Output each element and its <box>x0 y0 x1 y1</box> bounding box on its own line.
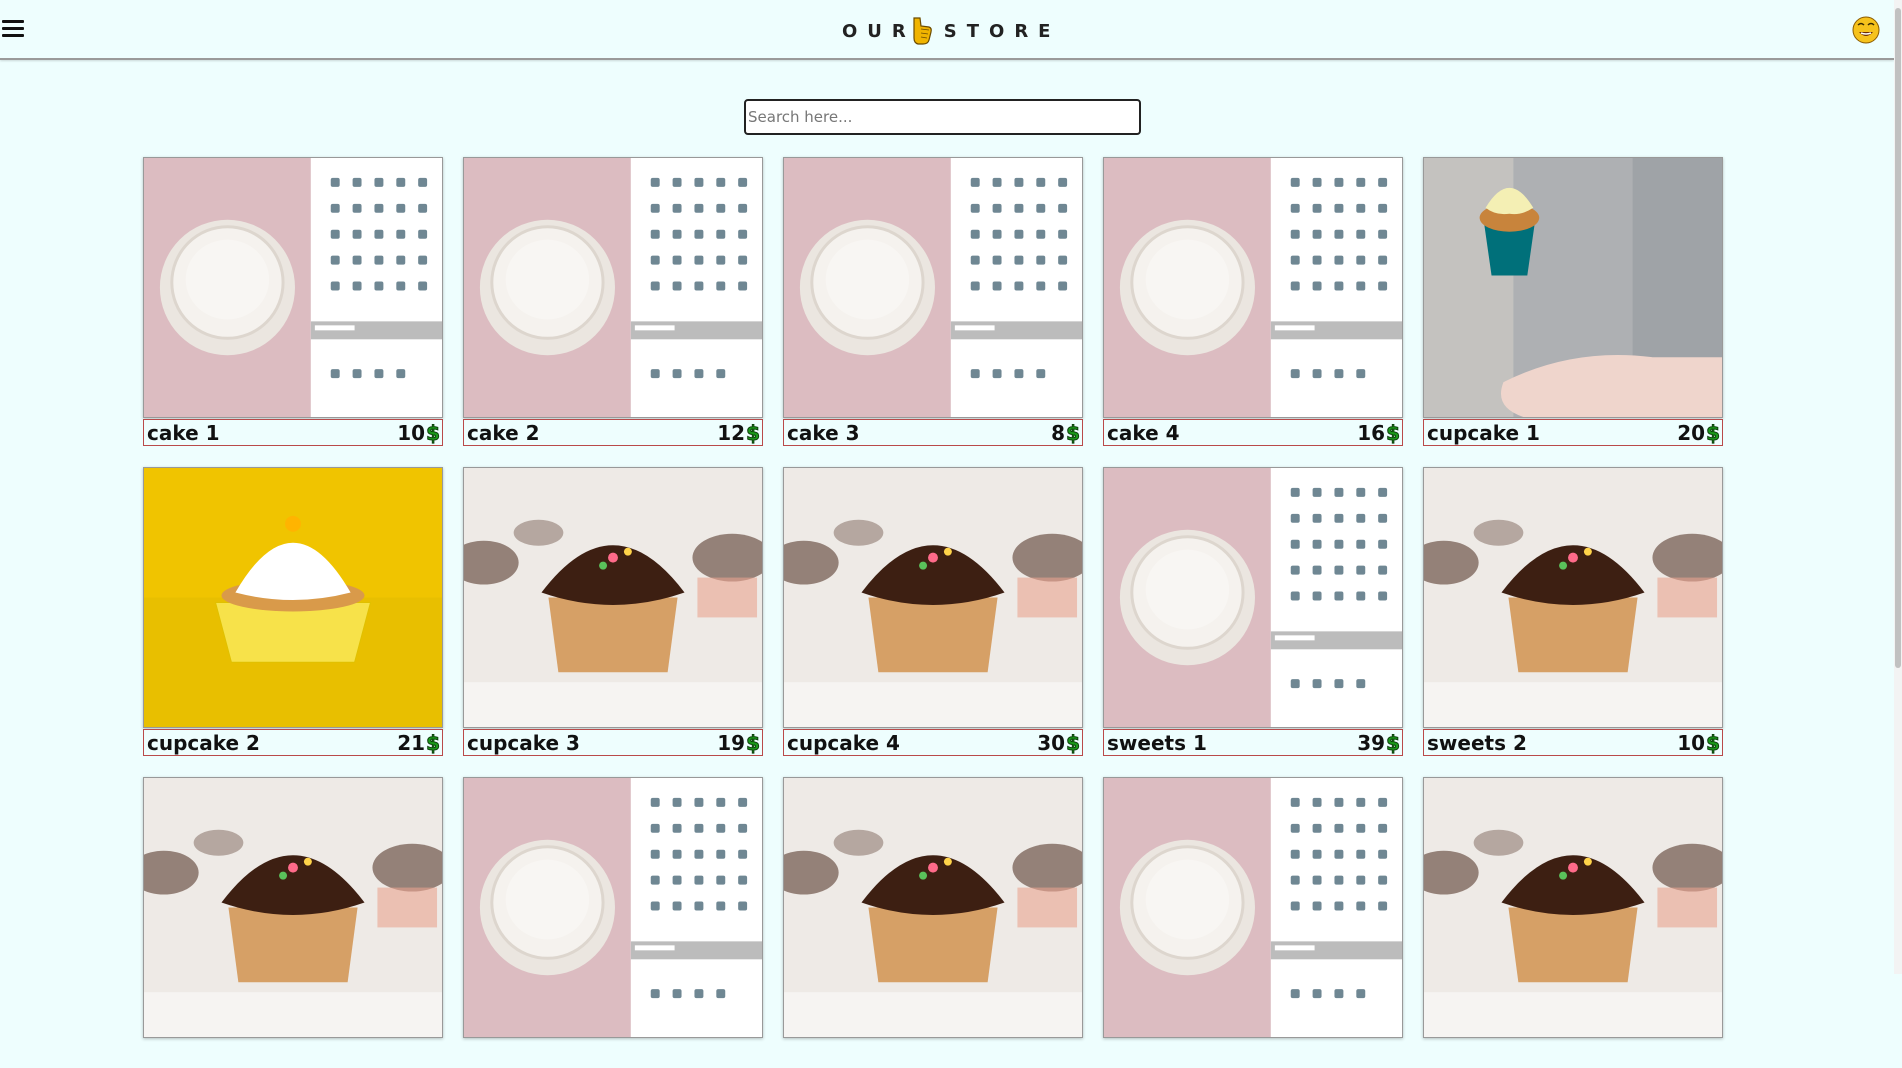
product-card[interactable]: cupcake 3 19 $ <box>463 467 763 758</box>
product-price: 12 $ <box>717 420 762 445</box>
product-image[interactable] <box>783 467 1083 728</box>
smiling-face-emoji-icon[interactable] <box>1852 16 1880 44</box>
product-name: cake 2 <box>467 420 540 445</box>
product-price-value: 21 <box>397 730 426 755</box>
product-caption: cake 2 12 $ <box>463 419 763 446</box>
dollar-icon: $ <box>746 420 761 445</box>
dollar-icon: $ <box>1066 730 1081 755</box>
dollar-icon: $ <box>1386 730 1401 755</box>
product-image[interactable] <box>143 157 443 418</box>
product-card[interactable]: cake 3 8 $ <box>783 157 1083 448</box>
product-image[interactable] <box>783 777 1083 1038</box>
logo-text-left: OUR <box>842 20 916 42</box>
dollar-icon: $ <box>426 730 441 755</box>
product-name: cake 3 <box>787 420 860 445</box>
product-caption: cupcake 3 19 $ <box>463 729 763 756</box>
product-price: 21 $ <box>397 730 442 755</box>
product-name: cupcake 2 <box>147 730 260 755</box>
product-image[interactable] <box>783 157 1083 418</box>
product-name: cupcake 1 <box>1427 420 1540 445</box>
product-image[interactable] <box>463 157 763 418</box>
vertical-scrollbar[interactable] <box>1894 0 1902 974</box>
top-header: OUR STORE <box>0 0 1894 60</box>
product-card[interactable]: cupcake 4 30 $ <box>783 467 1083 758</box>
product-card[interactable]: cupcake 2 21 $ <box>143 467 443 758</box>
product-card[interactable]: sweets 1 39 $ <box>1103 467 1403 758</box>
product-caption: cupcake 2 21 $ <box>143 729 443 756</box>
product-price-value: 20 <box>1677 420 1706 445</box>
pointing-hand-icon <box>913 17 932 45</box>
product-image[interactable] <box>1103 157 1403 418</box>
product-card[interactable]: cake 2 12 $ <box>463 157 763 448</box>
product-name: sweets 1 <box>1107 730 1207 755</box>
product-image[interactable] <box>1103 467 1403 728</box>
hamburger-menu-icon[interactable] <box>2 20 24 38</box>
product-price: 20 $ <box>1677 420 1722 445</box>
product-caption: cake 3 8 $ <box>783 419 1083 446</box>
product-card[interactable] <box>463 777 763 1068</box>
product-price-value: 19 <box>717 730 746 755</box>
dollar-icon: $ <box>1706 730 1721 755</box>
product-price-value: 8 <box>1051 420 1066 445</box>
product-image[interactable] <box>1103 777 1403 1038</box>
product-price: 10 $ <box>397 420 442 445</box>
product-price: 10 $ <box>1677 730 1722 755</box>
product-image[interactable] <box>1423 157 1723 418</box>
product-price-value: 12 <box>717 420 746 445</box>
product-image[interactable] <box>1423 777 1723 1038</box>
product-name: cupcake 3 <box>467 730 580 755</box>
product-price: 8 $ <box>1051 420 1082 445</box>
product-price-value: 10 <box>397 420 426 445</box>
product-caption: cupcake 1 20 $ <box>1423 419 1723 446</box>
scrollbar-thumb[interactable] <box>1895 8 1901 668</box>
dollar-icon: $ <box>1706 420 1721 445</box>
store-logo[interactable]: OUR STORE <box>842 14 1060 48</box>
product-price: 19 $ <box>717 730 762 755</box>
product-caption: cake 4 16 $ <box>1103 419 1403 446</box>
product-image[interactable] <box>143 467 443 728</box>
product-image[interactable] <box>463 467 763 728</box>
product-name: sweets 2 <box>1427 730 1527 755</box>
product-price: 39 $ <box>1357 730 1402 755</box>
product-card[interactable] <box>1103 777 1403 1068</box>
product-name: cake 4 <box>1107 420 1180 445</box>
product-price-value: 30 <box>1037 730 1066 755</box>
product-price-value: 39 <box>1357 730 1386 755</box>
dollar-icon: $ <box>1066 420 1081 445</box>
dollar-icon: $ <box>746 730 761 755</box>
dollar-icon: $ <box>1386 420 1401 445</box>
product-caption: cake 1 10 $ <box>143 419 443 446</box>
product-name: cake 1 <box>147 420 220 445</box>
product-card[interactable]: cake 4 16 $ <box>1103 157 1403 448</box>
product-card[interactable] <box>783 777 1083 1068</box>
product-image[interactable] <box>463 777 763 1038</box>
product-caption: cupcake 4 30 $ <box>783 729 1083 756</box>
product-price: 30 $ <box>1037 730 1082 755</box>
product-name: cupcake 4 <box>787 730 900 755</box>
product-card[interactable]: cupcake 1 20 $ <box>1423 157 1723 448</box>
product-card[interactable] <box>1423 777 1723 1068</box>
product-image[interactable] <box>143 777 443 1038</box>
dollar-icon: $ <box>426 420 441 445</box>
product-price-value: 16 <box>1357 420 1386 445</box>
search-input[interactable] <box>744 99 1141 135</box>
product-caption: sweets 1 39 $ <box>1103 729 1403 756</box>
product-card[interactable]: cake 1 10 $ <box>143 157 443 448</box>
product-price-value: 10 <box>1677 730 1706 755</box>
logo-text-right: STORE <box>943 20 1061 42</box>
product-card[interactable]: sweets 2 10 $ <box>1423 467 1723 758</box>
product-image[interactable] <box>1423 467 1723 728</box>
product-caption: sweets 2 10 $ <box>1423 729 1723 756</box>
product-card[interactable] <box>143 777 443 1068</box>
product-price: 16 $ <box>1357 420 1402 445</box>
